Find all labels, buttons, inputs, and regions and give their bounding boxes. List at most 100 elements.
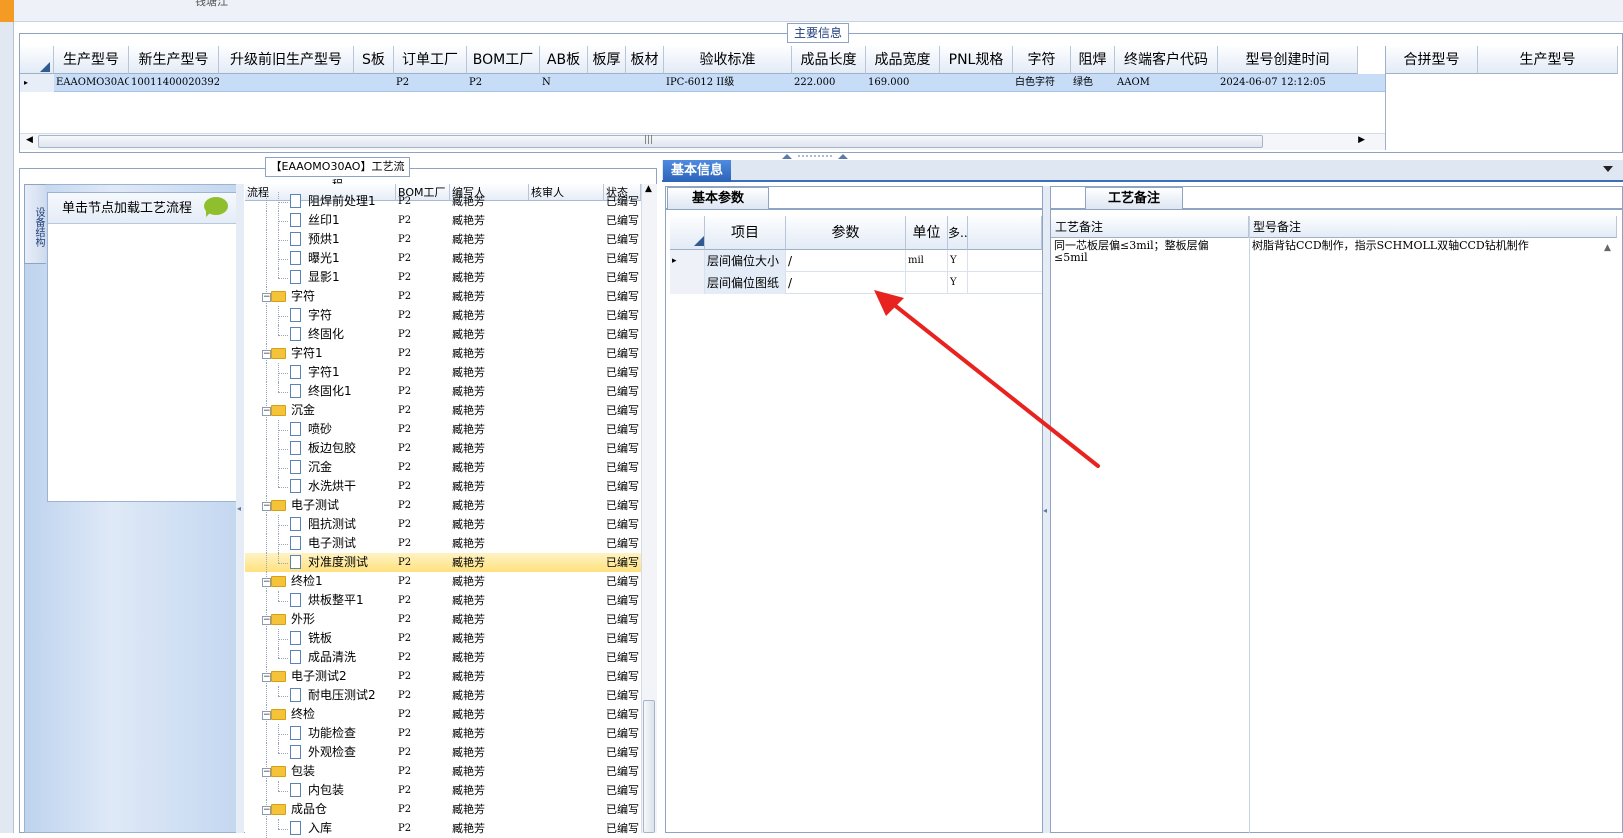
col-unit[interactable]: 单位 xyxy=(906,216,948,250)
col-main-3[interactable]: S板 xyxy=(354,46,394,74)
scroll-right-icon[interactable]: ▶ xyxy=(1358,135,1365,145)
col-model-note[interactable]: 型号备注 xyxy=(1249,216,1617,238)
collapse-icon[interactable]: − xyxy=(262,806,271,815)
param-item-cell[interactable]: 层间偏位大小 xyxy=(705,250,786,272)
tree-row[interactable]: 阻焊前处理1 P2 臧艳芳 已编写 xyxy=(245,192,641,211)
col-main-9[interactable]: 验收标准 xyxy=(664,46,792,74)
tree-row[interactable]: 功能检查 P2 臧艳芳 已编写 xyxy=(245,724,641,743)
col-main-8[interactable]: 板材 xyxy=(626,46,664,74)
table-cell[interactable] xyxy=(626,74,664,92)
collapse-icon[interactable]: − xyxy=(262,673,271,682)
tree-row[interactable]: 终固化1 P2 臧艳芳 已编写 xyxy=(245,382,641,401)
tree-row[interactable]: − 字符 P2 臧艳芳 已编写 xyxy=(245,287,641,306)
collapse-icon[interactable]: − xyxy=(262,293,271,302)
tree-row[interactable]: 水洗烘干 P2 臧艳芳 已编写 xyxy=(245,477,641,496)
tree-row[interactable]: − 成品仓 P2 臧艳芳 已编写 xyxy=(245,800,641,819)
col-process-note[interactable]: 工艺备注 xyxy=(1051,216,1249,238)
scroll-up-icon[interactable]: ▲ xyxy=(1604,243,1611,253)
param-row[interactable]: ▸ 层间偏位大小 / mil Y xyxy=(670,250,1042,272)
col-main-0[interactable]: 生产型号 xyxy=(54,46,129,74)
tree-row[interactable]: 曝光1 P2 臧艳芳 已编写 xyxy=(245,249,641,268)
table-cell[interactable]: EAAOMO30AO xyxy=(54,74,129,92)
col-main-5[interactable]: BOM工厂 xyxy=(467,46,540,74)
param-row[interactable]: 层间偏位图纸 / Y xyxy=(670,272,1042,294)
side-tab-equipment[interactable]: 设备结构 xyxy=(24,184,46,264)
table-cell[interactable]: N xyxy=(540,74,588,92)
param-value-cell[interactable]: / xyxy=(786,250,906,272)
vertical-splitter-left[interactable]: ◂ xyxy=(236,184,244,833)
collapse-icon[interactable]: − xyxy=(262,350,271,359)
collapse-icon[interactable]: − xyxy=(262,711,271,720)
model-note-cell[interactable]: 树脂背钻CCD制作，指示SCHMOLL双轴CCD钻机制作 xyxy=(1252,240,1602,252)
tree-row[interactable]: − 终检1 P2 臧艳芳 已编写 xyxy=(245,572,641,591)
tree-row[interactable]: 喷砂 P2 臧艳芳 已编写 xyxy=(245,420,641,439)
col-merge-model[interactable]: 合拼型号 xyxy=(1386,46,1478,74)
tree-row[interactable]: − 沉金 P2 臧艳芳 已编写 xyxy=(245,401,641,420)
horizontal-splitter-handle[interactable] xyxy=(780,153,850,160)
tree-scroll-thumb[interactable] xyxy=(643,700,655,833)
table-cell[interactable]: P2 xyxy=(467,74,540,92)
table-cell[interactable] xyxy=(219,74,354,92)
col-main-11[interactable]: 成品宽度 xyxy=(866,46,940,74)
col-param[interactable]: 参数 xyxy=(786,216,906,250)
tree-row[interactable]: − 终检 P2 臧艳芳 已编写 xyxy=(245,705,641,724)
tab-basic-info[interactable]: 基本信息 xyxy=(663,160,731,182)
vertical-splitter-mid[interactable]: ◂ xyxy=(1043,186,1050,833)
table-cell[interactable]: 2024-06-07 12:12:05 xyxy=(1218,74,1358,92)
col-main-4[interactable]: 订单工厂 xyxy=(394,46,467,74)
process-note-cell[interactable]: 同一芯板层偏≤3mil；整板层偏 ≤5mil xyxy=(1054,240,1246,264)
collapse-icon[interactable]: − xyxy=(262,578,271,587)
collapse-icon[interactable]: − xyxy=(262,768,271,777)
tree-row[interactable]: − 包装 P2 臧艳芳 已编写 xyxy=(245,762,641,781)
tree-row[interactable]: 入库 P2 臧艳芳 已编写 xyxy=(245,819,641,838)
col-flag[interactable]: 多.. xyxy=(948,216,968,250)
table-cell[interactable]: 10011400020392 xyxy=(129,74,219,92)
tree-row[interactable]: 沉金 P2 臧艳芳 已编写 xyxy=(245,458,641,477)
scroll-left-icon[interactable]: ◀ xyxy=(26,135,33,145)
table-cell[interactable] xyxy=(940,74,1013,92)
tab-dropdown-icon[interactable] xyxy=(1603,166,1613,172)
tree-row[interactable]: 烘板整平1 P2 臧艳芳 已编写 xyxy=(245,591,641,610)
col-main-14[interactable]: 阻焊 xyxy=(1071,46,1115,74)
tree-row[interactable]: 内包装 P2 臧艳芳 已编写 xyxy=(245,781,641,800)
col-main-10[interactable]: 成品长度 xyxy=(792,46,866,74)
col-main-2[interactable]: 升级前旧生产型号 xyxy=(219,46,354,74)
param-flag-cell[interactable]: Y xyxy=(948,250,968,272)
tree-row[interactable]: 字符 P2 臧艳芳 已编写 xyxy=(245,306,641,325)
col-production-model-right[interactable]: 生产型号 xyxy=(1478,46,1618,74)
col-main-16[interactable]: 型号创建时间 xyxy=(1218,46,1358,74)
collapse-icon[interactable]: − xyxy=(262,502,271,511)
horizontal-scroll-thumb[interactable]: ||| xyxy=(38,135,1263,148)
tree-row[interactable]: 铣板 P2 臧艳芳 已编写 xyxy=(245,629,641,648)
col-main-12[interactable]: PNL规格 xyxy=(940,46,1013,74)
table-cell[interactable]: IPC-6012 II级 xyxy=(664,74,792,92)
col-main-1[interactable]: 新生产型号 xyxy=(129,46,219,74)
tree-row[interactable]: 字符1 P2 臧艳芳 已编写 xyxy=(245,363,641,382)
table-cell[interactable]: 169.000 xyxy=(866,74,940,92)
tree-row[interactable]: 显影1 P2 臧艳芳 已编写 xyxy=(245,268,641,287)
col-main-6[interactable]: AB板 xyxy=(540,46,588,74)
tab-process-notes[interactable]: 工艺备注 xyxy=(1085,187,1183,209)
tree-row[interactable]: 电子测试 P2 臧艳芳 已编写 xyxy=(245,534,641,553)
param-unit-cell[interactable] xyxy=(906,272,948,294)
collapse-icon[interactable]: − xyxy=(262,407,271,416)
tree-row[interactable]: 终固化 P2 臧艳芳 已编写 xyxy=(245,325,641,344)
table-cell[interactable]: 绿色 xyxy=(1071,74,1115,92)
tree-row[interactable]: 外观检查 P2 臧艳芳 已编写 xyxy=(245,743,641,762)
col-item[interactable]: 项目 xyxy=(705,216,786,250)
scroll-up-icon[interactable]: ▲ xyxy=(645,184,652,194)
tree-row[interactable]: 成品清洗 P2 臧艳芳 已编写 xyxy=(245,648,641,667)
tree-row[interactable]: 阻抗测试 P2 臧艳芳 已编写 xyxy=(245,515,641,534)
tree-row[interactable]: 耐电压测试2 P2 臧艳芳 已编写 xyxy=(245,686,641,705)
table-cell[interactable]: 222.000 xyxy=(792,74,866,92)
col-main-13[interactable]: 字符 xyxy=(1013,46,1071,74)
table-cell[interactable]: P2 xyxy=(394,74,467,92)
tree-row[interactable]: − 电子测试2 P2 臧艳芳 已编写 xyxy=(245,667,641,686)
table-cell[interactable] xyxy=(354,74,394,92)
param-unit-cell[interactable]: mil xyxy=(906,250,948,272)
param-flag-cell[interactable]: Y xyxy=(948,272,968,294)
col-main-15[interactable]: 终端客户代码 xyxy=(1115,46,1218,74)
col-main-7[interactable]: 板厚 xyxy=(588,46,626,74)
tree-row[interactable]: 板边包胶 P2 臧艳芳 已编写 xyxy=(245,439,641,458)
param-value-cell[interactable]: / xyxy=(786,272,906,294)
